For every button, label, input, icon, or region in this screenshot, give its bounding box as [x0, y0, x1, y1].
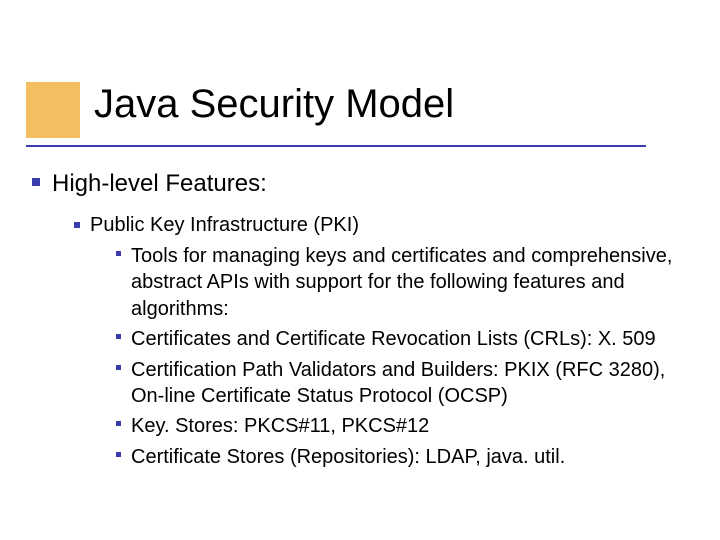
bullet-level2: Public Key Infrastructure (PKI) — [74, 214, 680, 237]
level1-text: High-level Features: — [52, 170, 680, 198]
level3-text: Certification Path Validators and Builde… — [131, 357, 680, 410]
title-underline — [26, 145, 646, 147]
square-bullet-icon — [32, 178, 40, 186]
level3-text: Certificates and Certificate Revocation … — [131, 326, 680, 352]
level2-text: Public Key Infrastructure (PKI) — [90, 214, 680, 237]
square-bullet-icon — [116, 334, 121, 339]
square-bullet-icon — [116, 251, 121, 256]
slide-body: High-level Features: Public Key Infrastr… — [32, 170, 680, 474]
bullet-level3: Tools for managing keys and certificates… — [116, 243, 680, 322]
accent-block — [26, 82, 80, 138]
bullet-level1: High-level Features: — [32, 170, 680, 198]
square-bullet-icon — [74, 222, 80, 228]
bullet-level3: Certificate Stores (Repositories): LDAP,… — [116, 444, 680, 470]
bullet-level3: Key. Stores: PKCS#11, PKCS#12 — [116, 413, 680, 439]
bullet-level3: Certification Path Validators and Builde… — [116, 357, 680, 410]
level3-list: Tools for managing keys and certificates… — [116, 243, 680, 470]
bullet-level3: Certificates and Certificate Revocation … — [116, 326, 680, 352]
level3-text: Key. Stores: PKCS#11, PKCS#12 — [131, 413, 680, 439]
level3-text: Certificate Stores (Repositories): LDAP,… — [131, 444, 680, 470]
square-bullet-icon — [116, 421, 121, 426]
square-bullet-icon — [116, 452, 121, 457]
level3-text: Tools for managing keys and certificates… — [131, 243, 680, 322]
slide-title: Java Security Model — [94, 82, 454, 126]
square-bullet-icon — [116, 365, 121, 370]
slide: Java Security Model High-level Features:… — [0, 0, 720, 540]
